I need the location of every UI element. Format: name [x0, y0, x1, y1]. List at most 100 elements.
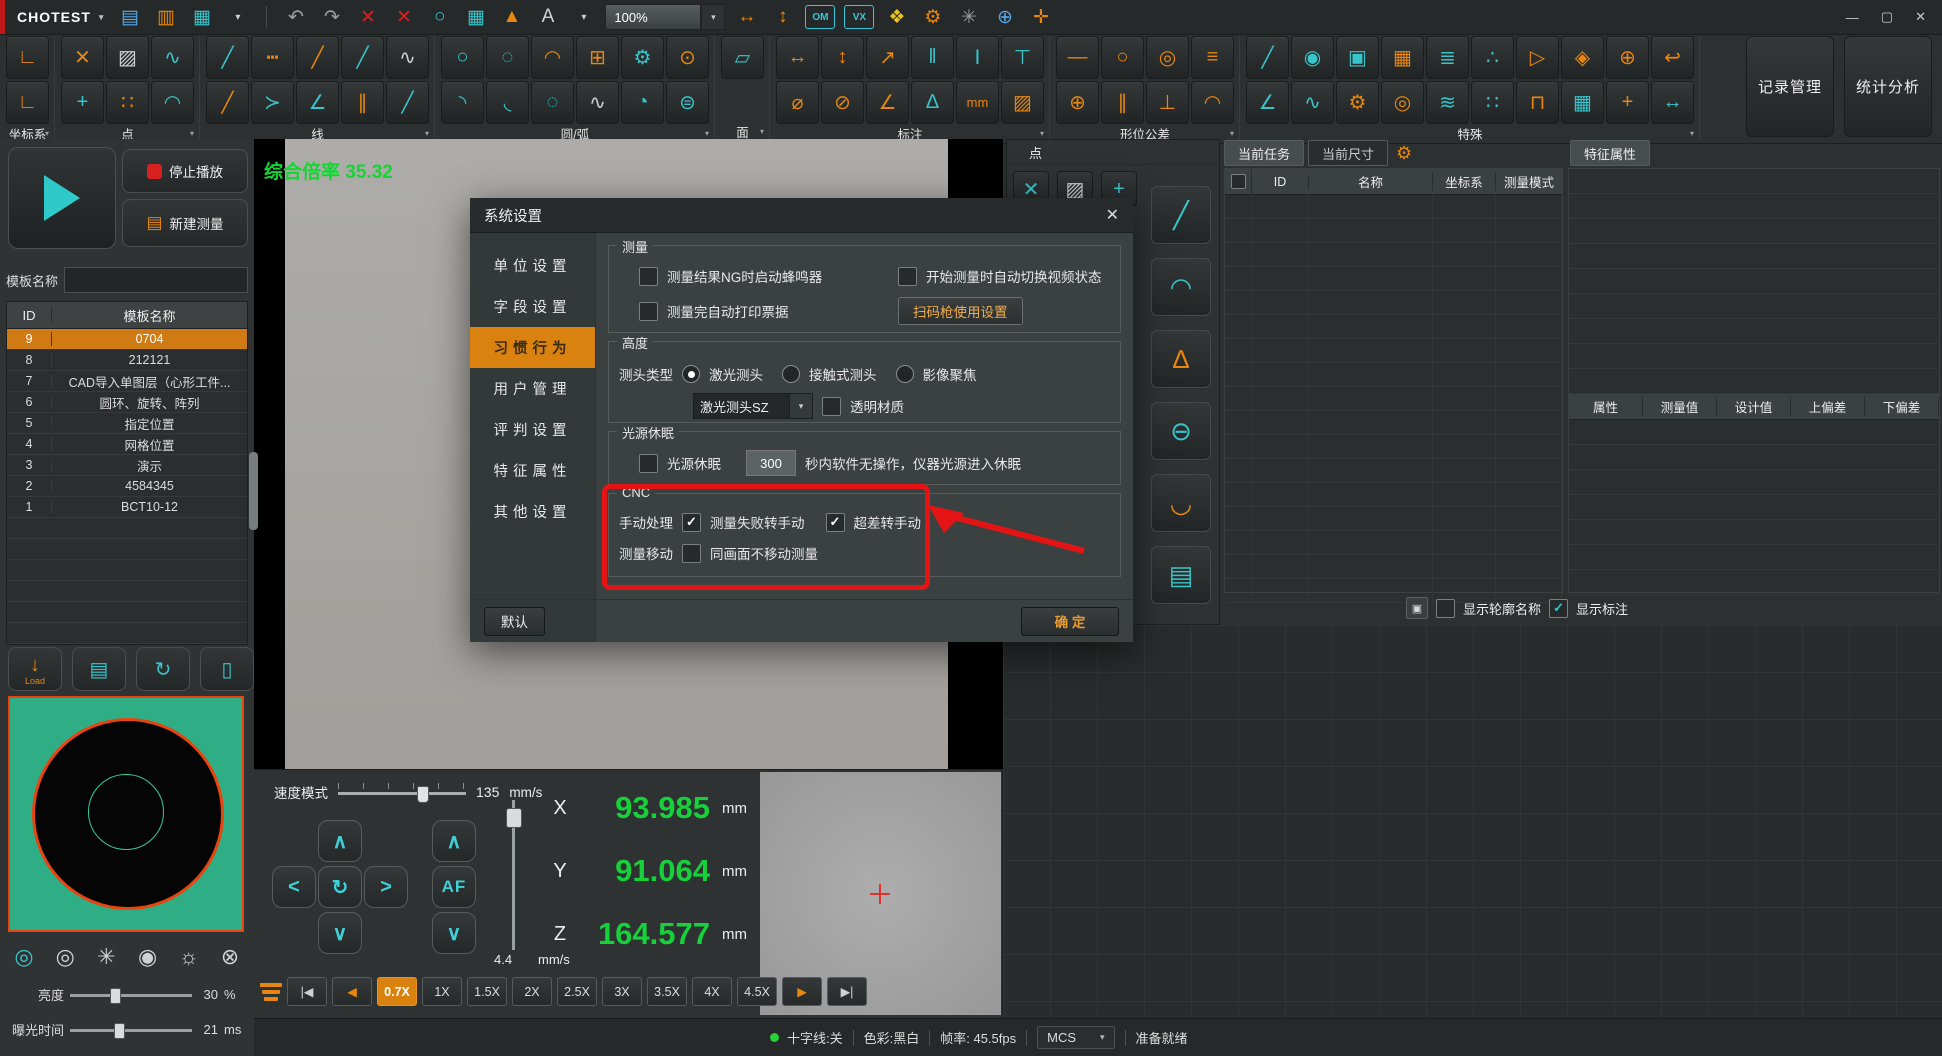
delete-icon[interactable]: ✕ — [354, 4, 381, 31]
select-all-checkbox[interactable] — [1231, 174, 1246, 189]
group-dropdown-caret[interactable]: ▾ — [1040, 129, 1044, 138]
speed-slider[interactable] — [338, 783, 466, 801]
angle-tool[interactable]: ∆ — [1151, 330, 1211, 388]
array-measure-icon[interactable]: ≣ — [1426, 36, 1469, 79]
scan-circle-icon[interactable]: ◌ — [486, 36, 529, 79]
center-distance-icon[interactable]: Ⅰ — [956, 36, 999, 79]
feature-row-empty[interactable] — [1569, 420, 1939, 445]
intersection-point-icon[interactable]: ✕ — [61, 36, 104, 79]
report-icon[interactable]: ▥ — [152, 4, 179, 31]
chevron-down-icon[interactable]: ▾ — [701, 4, 725, 30]
feature-row-empty[interactable] — [1569, 294, 1939, 319]
straightness-icon[interactable]: — — [1056, 36, 1099, 79]
probe-compensate-icon[interactable]: ╱ — [1246, 36, 1289, 79]
show-outline-checkbox[interactable] — [1436, 599, 1455, 618]
segment-line-icon[interactable]: ╱ — [206, 81, 249, 124]
feature-row-empty[interactable] — [1569, 344, 1939, 369]
bisector-line-icon[interactable]: ≻ — [251, 81, 294, 124]
auto-print-checkbox[interactable] — [639, 302, 658, 321]
arc2-tool[interactable]: ◡ — [1151, 474, 1211, 532]
font-image-icon[interactable]: A — [534, 4, 561, 31]
template-row-empty[interactable] — [7, 560, 247, 581]
arc-icon[interactable]: ◝ — [441, 81, 484, 124]
group-dropdown-caret[interactable]: ▾ — [705, 129, 709, 138]
task-row-empty[interactable] — [1225, 339, 1562, 363]
settings-gear-icon[interactable]: ⚙ — [919, 4, 946, 31]
template-name-input[interactable] — [64, 267, 248, 293]
task-row-empty[interactable] — [1225, 483, 1562, 507]
radius-dimension-icon[interactable]: ⊘ — [821, 81, 864, 124]
feature-row-empty[interactable] — [1569, 194, 1939, 219]
point-set-icon[interactable]: ∷ — [1471, 81, 1514, 124]
fillet-arc-icon[interactable]: ◟ — [486, 81, 529, 124]
new-measure-button[interactable]: ▤ 新建测量 — [122, 199, 248, 247]
coordinate-system-icon[interactable]: ∟ — [6, 36, 49, 79]
grid-icon[interactable]: ▦ — [462, 4, 489, 31]
confirm-button[interactable]: 确 定 — [1021, 607, 1119, 636]
undo-icon[interactable]: ↶ — [282, 4, 309, 31]
two-point-line-icon[interactable]: ╱ — [296, 36, 339, 79]
task-row-empty[interactable] — [1225, 507, 1562, 531]
laser-probe-radio[interactable] — [682, 365, 700, 383]
z-down-button[interactable]: ∨ — [432, 912, 476, 954]
feature-row-empty[interactable] — [1569, 369, 1939, 394]
group-dropdown-caret[interactable]: ▾ — [760, 127, 764, 136]
same-screen-checkbox[interactable] — [682, 544, 701, 563]
tab-current-task[interactable]: 当前任务 — [1224, 140, 1304, 166]
save-template-button[interactable]: ▤ — [72, 647, 126, 691]
show-annotation-checkbox[interactable]: ✓ — [1549, 599, 1568, 618]
controller-icon[interactable]: ✛ — [1027, 4, 1054, 31]
camera-first-button[interactable]: |◀ — [287, 977, 327, 1006]
lens-icon[interactable] — [260, 979, 282, 1005]
settings-menu-item[interactable]: 特征属性 — [470, 450, 595, 491]
feature-row-empty[interactable] — [1569, 319, 1939, 344]
magnification-4.5x[interactable]: 4.5X — [737, 977, 777, 1006]
settings-menu-item[interactable]: 用户管理 — [470, 368, 595, 409]
settings-menu-item[interactable]: 字段设置 — [470, 286, 595, 327]
template-row[interactable]: 3演示 — [7, 455, 247, 476]
jog-left-button[interactable]: < — [272, 866, 316, 908]
jog-up-button[interactable]: ∧ — [318, 820, 362, 862]
task-row-empty[interactable] — [1225, 387, 1562, 411]
print-icon[interactable]: ▦ — [188, 4, 215, 31]
group-dropdown-caret[interactable]: ▾ — [1690, 129, 1694, 138]
template-row[interactable]: 8212121 — [7, 350, 247, 371]
feature-row-empty[interactable] — [1569, 445, 1939, 470]
template-row[interactable]: 4网格位置 — [7, 434, 247, 455]
play-button[interactable] — [8, 147, 116, 249]
template-row[interactable]: 7CAD导入单图层（心形工件... — [7, 371, 247, 392]
magnification-2.5x[interactable]: 2.5X — [557, 977, 597, 1006]
feature-row-empty[interactable] — [1569, 520, 1939, 545]
template-row-empty[interactable] — [7, 623, 247, 644]
coaxial-light-icon[interactable]: ◎ — [49, 941, 81, 973]
feature-row-empty[interactable] — [1569, 269, 1939, 294]
task-row-empty[interactable] — [1225, 555, 1562, 579]
jog-down-button[interactable]: ∨ — [318, 912, 362, 954]
arc-tool[interactable]: ◠ — [1151, 258, 1211, 316]
light-sleep-checkbox[interactable] — [639, 454, 658, 473]
position-icon[interactable]: ⊕ — [1056, 81, 1099, 124]
probe-tool[interactable]: ▤ — [1151, 546, 1211, 604]
template-row-empty[interactable] — [7, 581, 247, 602]
settings-menu-item[interactable]: 评判设置 — [470, 409, 595, 450]
taper-dimension-icon[interactable]: ∆ — [911, 81, 954, 124]
font-caret-icon[interactable]: ▾ — [570, 4, 597, 31]
template-row[interactable]: 90704 — [7, 329, 247, 350]
template-row-empty[interactable] — [7, 539, 247, 560]
jog-right-button[interactable]: > — [364, 866, 408, 908]
template-row-empty[interactable] — [7, 602, 247, 623]
mm-dimension-icon[interactable]: mm — [956, 81, 999, 124]
point-line-tool[interactable]: ╱ — [1151, 186, 1211, 244]
multi-point-line-icon[interactable]: ╱ — [341, 36, 384, 79]
circle-gauge-icon[interactable]: ◉ — [1291, 36, 1334, 79]
magnification-4x[interactable]: 4X — [692, 977, 732, 1006]
task-row-empty[interactable] — [1225, 291, 1562, 315]
cross-move-icon[interactable]: + — [1606, 81, 1649, 124]
closed-spline-icon[interactable]: ◔ — [621, 81, 664, 124]
magnification-3.5x[interactable]: 3.5X — [647, 977, 687, 1006]
plane-icon[interactable]: ▱ — [721, 36, 764, 79]
feature-row-empty[interactable] — [1569, 169, 1939, 194]
zoom-select[interactable]: 100% ▾ — [605, 4, 725, 30]
transparent-material-checkbox[interactable] — [822, 397, 841, 416]
scan-gun-settings-button[interactable]: 扫码枪使用设置 — [898, 297, 1023, 325]
